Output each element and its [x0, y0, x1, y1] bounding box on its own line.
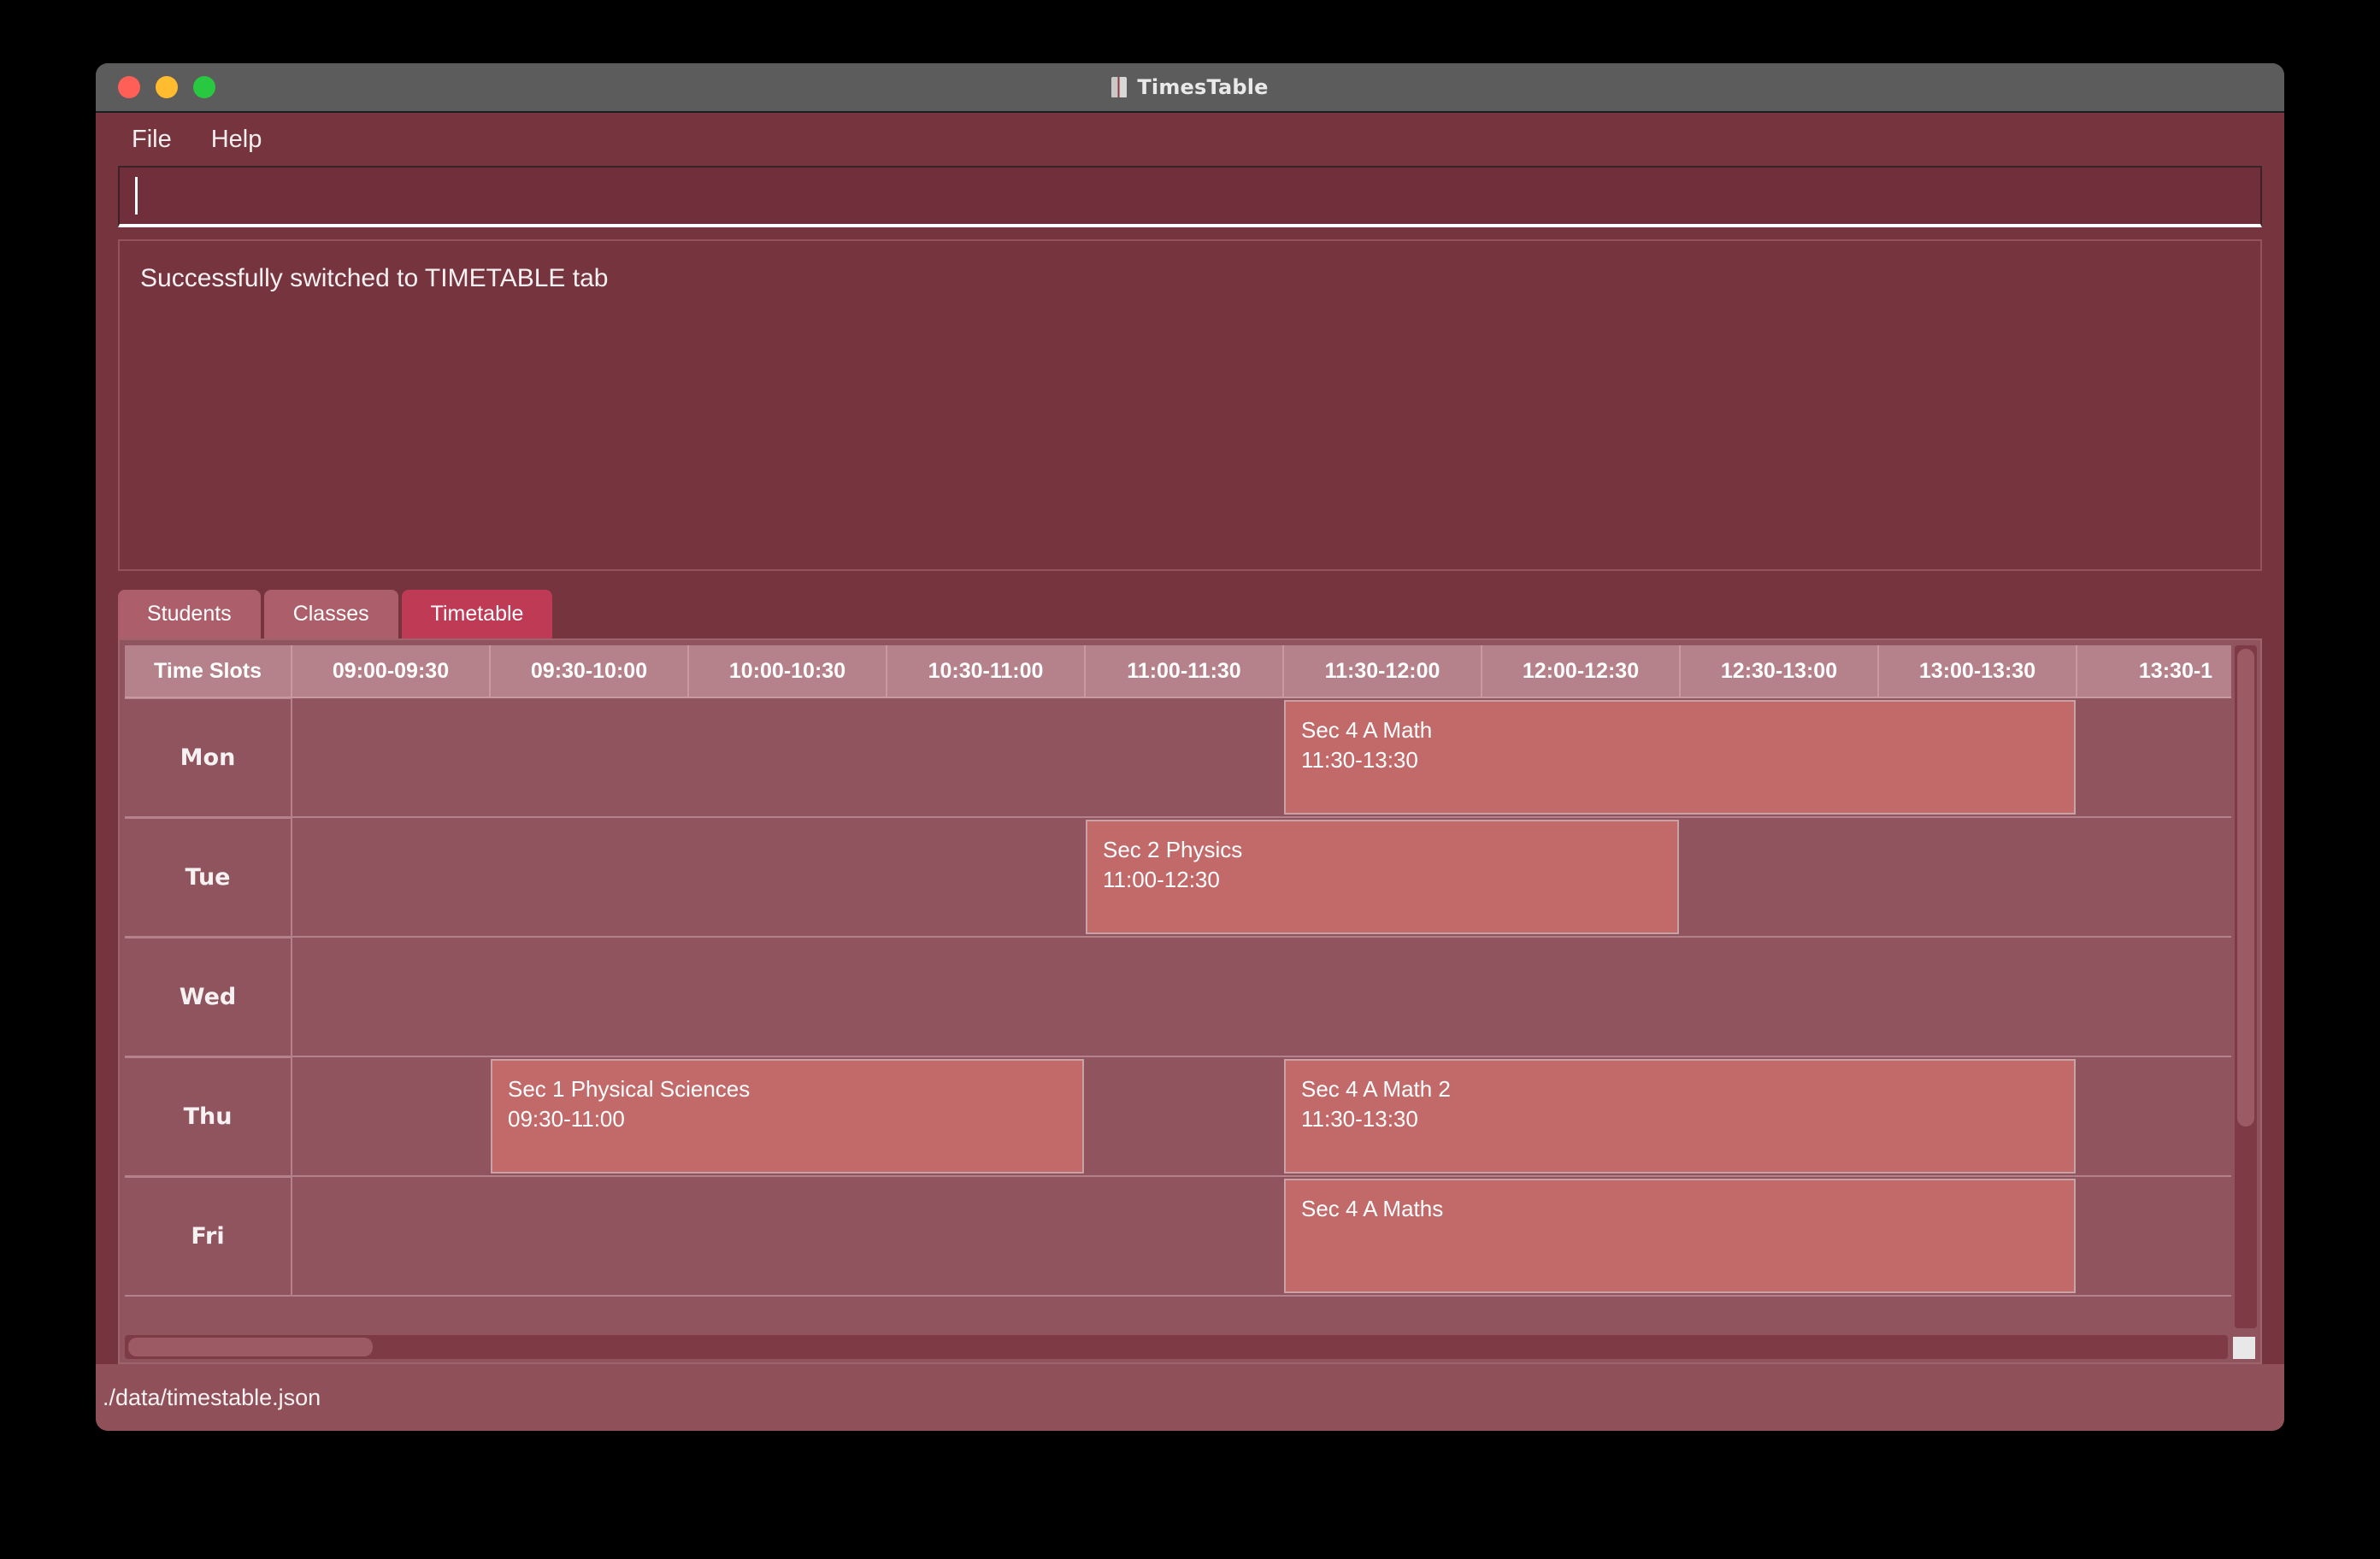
book-icon [1111, 77, 1128, 97]
timetable-day-label: Tue [125, 818, 292, 938]
timetable-slot-header: 11:30-12:00 [1284, 645, 1482, 698]
timetable-day-label: Fri [125, 1177, 292, 1297]
window-title: TimesTable [1137, 75, 1269, 99]
timetable-panel: Time Slots 09:00-09:30 09:30-10:00 10:00-10… [118, 638, 2262, 1364]
horizontal-scrollbar[interactable] [125, 1335, 2228, 1359]
timetable-slot-header: 12:30-13:00 [1681, 645, 1879, 698]
status-file-path: ./data/timestable.json [103, 1384, 321, 1410]
timetable-event-title: Sec 1 Physical Sciences [508, 1076, 751, 1102]
timetable-day-row: Wed [125, 938, 2231, 1057]
message-log-line: Successfully switched to TIMETABLE tab [140, 264, 609, 292]
timetable-day-track: Sec 2 Physics 11:00-12:30 [292, 818, 2231, 938]
resize-grip[interactable] [2233, 1337, 2255, 1359]
timetable-event-title: Sec 2 Physics [1103, 837, 1243, 862]
timetable-day-label: Thu [125, 1057, 292, 1177]
timetable-day-track: Sec 1 Physical Sciences 09:30-11:00 Sec 4 … [292, 1057, 2231, 1177]
menu-bar: File Help [96, 113, 2284, 166]
timetable-event-time: 11:30-13:30 [1301, 1106, 1418, 1132]
timetable-event-title: Sec 4 A Maths [1301, 1196, 1444, 1221]
timetable-slot-header: 10:00-10:30 [689, 645, 887, 698]
vertical-scrollbar-thumb[interactable] [2237, 649, 2254, 1127]
timetable-header-row: Time Slots 09:00-09:30 09:30-10:00 10:00-10… [125, 645, 2231, 698]
timetable-event[interactable]: Sec 1 Physical Sciences 09:30-11:00 [491, 1059, 1084, 1174]
timetable-event-time: 11:30-13:30 [1301, 747, 1418, 774]
timetable-grid: Time Slots 09:00-09:30 09:30-10:00 10:00-10… [125, 645, 2231, 1297]
timetable-day-row: Thu Sec 1 Physical Sciences 09:30-11:00 Sec… [125, 1057, 2231, 1177]
message-log: Successfully switched to TIMETABLE tab [118, 239, 2262, 571]
timetable-event[interactable]: Sec 4 A Math 2 11:30-13:30 [1284, 1059, 2076, 1174]
message-log-wrap: Successfully switched to TIMETABLE tab [96, 227, 2284, 571]
timetable-event[interactable]: Sec 4 A Maths [1284, 1179, 2076, 1293]
timetable-event[interactable]: Sec 2 Physics 11:00-12:30 [1086, 820, 1679, 934]
timetable-day-track: Sec 4 A Maths [292, 1177, 2231, 1297]
timetable-day-row: Mon Sec 4 A Math 11:30-13:30 [125, 698, 2231, 818]
timetable-slot-header: 09:30-10:00 [491, 645, 689, 698]
timetable-day-track: Sec 4 A Math 11:30-13:30 [292, 698, 2231, 818]
timetable-event-time: 09:30-11:00 [508, 1106, 625, 1132]
timetable-slot-header: 12:00-12:30 [1482, 645, 1681, 698]
tab-students[interactable]: Students [118, 590, 261, 638]
title-bar: TimesTable [96, 63, 2284, 113]
menu-item-help[interactable]: Help [197, 122, 276, 157]
window-title-group: TimesTable [96, 63, 2284, 111]
text-caret [135, 177, 138, 215]
status-bar: ./data/timestable.json [96, 1364, 2284, 1431]
command-input[interactable] [118, 166, 2262, 227]
timetable-slot-header: 11:00-11:30 [1086, 645, 1284, 698]
timetable-event-time: 11:00-12:30 [1103, 867, 1220, 893]
timetable-slot-header: 13:30-1 [2077, 645, 2231, 698]
timetable-day-row: Tue Sec 2 Physics 11:00-12:30 [125, 818, 2231, 938]
tab-timetable[interactable]: Timetable [401, 590, 553, 638]
vertical-scrollbar[interactable] [2235, 645, 2257, 1328]
timetable-day-row: Fri Sec 4 A Maths [125, 1177, 2231, 1297]
horizontal-scrollbar-thumb[interactable] [128, 1338, 374, 1356]
menu-item-file[interactable]: File [118, 122, 186, 157]
timetable-viewport: Time Slots 09:00-09:30 09:30-10:00 10:00-10… [120, 640, 2231, 1330]
timetable-corner-header: Time Slots [125, 645, 292, 698]
command-input-wrap [96, 166, 2284, 227]
timetable-event-title: Sec 4 A Math [1301, 717, 1433, 743]
timetable-day-label: Mon [125, 698, 292, 818]
app-window: TimesTable File Help Successfully switch… [96, 63, 2284, 1431]
timetable-slot-header: 13:00-13:30 [1879, 645, 2077, 698]
timetable-day-label: Wed [125, 938, 292, 1057]
timetable-event[interactable]: Sec 4 A Math 11:30-13:30 [1284, 700, 2076, 815]
timetable-slot-header: 09:00-09:30 [292, 645, 491, 698]
timetable-day-track [292, 938, 2231, 1057]
tab-classes[interactable]: Classes [263, 590, 398, 638]
timetable-slot-header: 10:30-11:00 [887, 645, 1086, 698]
timetable-event-title: Sec 4 A Math 2 [1301, 1076, 1451, 1102]
tab-bar: Students Classes Timetable [96, 571, 2284, 638]
